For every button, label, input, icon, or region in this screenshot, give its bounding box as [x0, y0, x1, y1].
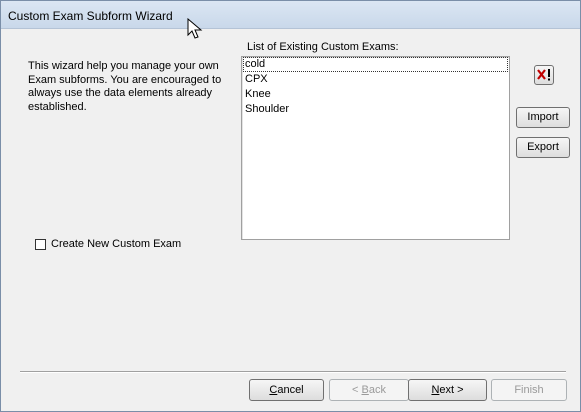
list-item[interactable]: CPX [243, 72, 508, 87]
exam-listbox[interactable]: cold CPX Knee Shoulder [241, 56, 510, 240]
next-button[interactable]: Next > [408, 379, 487, 401]
title-bar[interactable]: Custom Exam Subform Wizard [1, 1, 580, 29]
list-item[interactable]: cold [243, 57, 508, 72]
back-prefix: < [352, 384, 362, 396]
finish-button[interactable]: Finish [491, 379, 567, 401]
cancel-rest: ancel [277, 384, 304, 396]
back-rest: ack [368, 384, 386, 396]
intro-text: This wizard help you manage your own Exa… [28, 60, 222, 113]
list-item[interactable]: Shoulder [243, 102, 508, 117]
back-button[interactable]: < Back [329, 379, 409, 401]
create-new-exam-checkbox[interactable] [35, 239, 46, 250]
next-rest: ext > [439, 384, 464, 396]
import-button[interactable]: Import [516, 107, 570, 128]
export-button[interactable]: Export [516, 137, 570, 158]
window-title: Custom Exam Subform Wizard [8, 9, 173, 23]
delete-x-icon [537, 69, 550, 81]
create-new-exam-label: Create New Custom Exam [51, 238, 182, 250]
delete-exam-button[interactable] [534, 65, 554, 85]
back-accel: B [361, 384, 369, 396]
wizard-window: Custom Exam Subform Wizard This wizard h… [0, 0, 581, 412]
button-divider [20, 371, 566, 373]
mouse-cursor-icon [187, 18, 203, 39]
cancel-button[interactable]: Cancel [249, 379, 324, 401]
list-item[interactable]: Knee [243, 87, 508, 102]
exam-list-label: List of Existing Custom Exams: [247, 41, 399, 53]
